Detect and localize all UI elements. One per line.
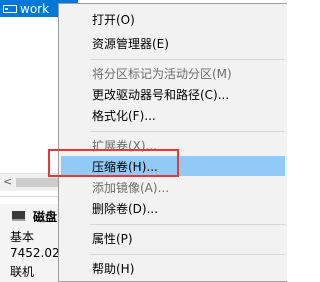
menu-separator [90,131,285,132]
horizontal-scrollbar[interactable]: < [0,173,60,191]
menu-item-delete-volume[interactable]: 删除卷(D)... [61,198,285,218]
volume-context-menu: 打开(O) 资源管理器(E) 将分区标记为活动分区(M) 更改驱动器号和路径(C… [58,3,287,282]
menu-item-explorer[interactable]: 资源管理器(E) [61,33,285,53]
disk-size: 7452.02 [10,246,60,260]
drive-icon [3,4,17,13]
disk-type: 基本 [10,230,35,244]
menu-item-help[interactable]: 帮助(H) [61,258,285,278]
disk-name: 磁盘 [33,210,58,224]
menu-separator [90,59,285,60]
pane-divider [0,196,60,197]
disk-status: 联机 [10,265,35,279]
scrollbar-thumb[interactable] [16,178,58,187]
menu-item-change-drive-letter[interactable]: 更改驱动器号和路径(C)... [61,84,285,104]
menu-item-properties[interactable]: 属性(P) [61,228,285,248]
menu-item-open[interactable]: 打开(O) [61,9,285,29]
menu-item-shrink-volume[interactable]: 压缩卷(H)... [61,156,285,176]
disk-info-panel[interactable]: 磁盘 基本 7452.02 联机 [0,204,60,282]
menu-item-add-mirror[interactable]: 添加镜像(A)... [61,177,285,197]
menu-separator [90,254,285,255]
menu-item-mark-active[interactable]: 将分区标记为活动分区(M) [61,63,285,83]
scroll-left-icon[interactable]: < [3,175,12,188]
menu-item-extend-volume[interactable]: 扩展卷(X)... [61,135,285,155]
menu-item-format[interactable]: 格式化(F)... [61,105,285,125]
volume-name: work [20,1,50,16]
hard-disk-icon [12,211,25,221]
menu-separator [90,224,285,225]
